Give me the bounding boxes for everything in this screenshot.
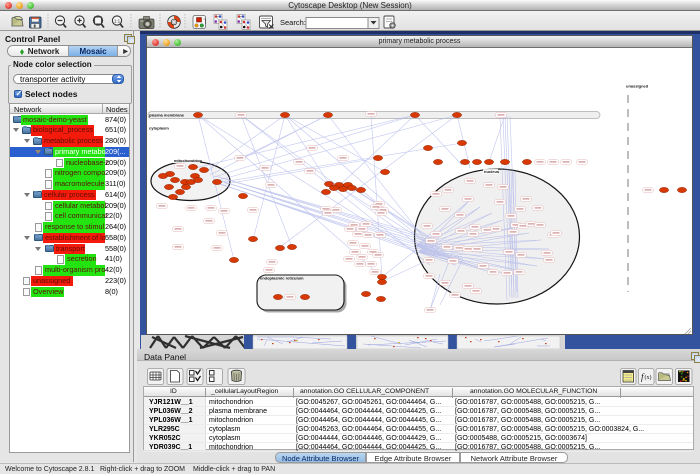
svg-text:mitochondrion: mitochondrion bbox=[174, 158, 203, 163]
svg-text:plasma membrane: plasma membrane bbox=[149, 113, 185, 118]
svg-text:endoplasmic reticulum: endoplasmic reticulum bbox=[260, 276, 304, 281]
svg-text:cytoplasm: cytoplasm bbox=[149, 126, 169, 131]
svg-text:unassigned: unassigned bbox=[626, 84, 649, 89]
svg-text:1:1: 1:1 bbox=[114, 19, 121, 24]
svg-text:nucleus: nucleus bbox=[484, 169, 500, 174]
svg-text:Search:: Search: bbox=[280, 18, 306, 27]
svg-text:(x): (x) bbox=[645, 374, 652, 381]
